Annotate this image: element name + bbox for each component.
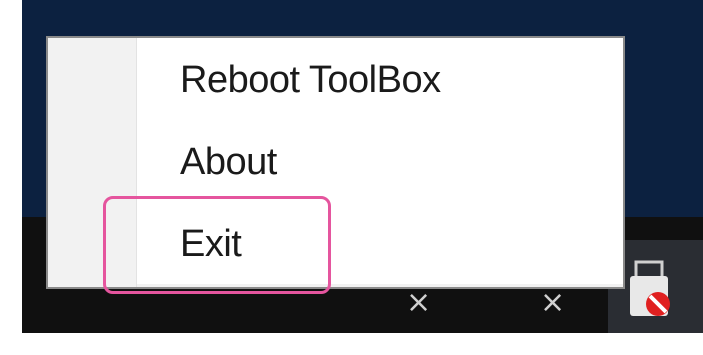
usb-drive-blocked-icon[interactable] bbox=[628, 260, 670, 318]
menu-item-reboot-toolbox[interactable]: Reboot ToolBox bbox=[48, 38, 623, 120]
left-margin bbox=[0, 0, 22, 355]
bottom-margin bbox=[0, 333, 703, 355]
person-icon[interactable]: ⨯ bbox=[406, 288, 431, 318]
menu-item-label: Reboot ToolBox bbox=[180, 59, 441, 101]
menu-item-label: About bbox=[180, 141, 277, 183]
exit-highlight-annotation bbox=[103, 196, 331, 294]
people-icon[interactable]: ⨯ bbox=[540, 288, 565, 318]
menu-item-about[interactable]: About bbox=[48, 120, 623, 202]
